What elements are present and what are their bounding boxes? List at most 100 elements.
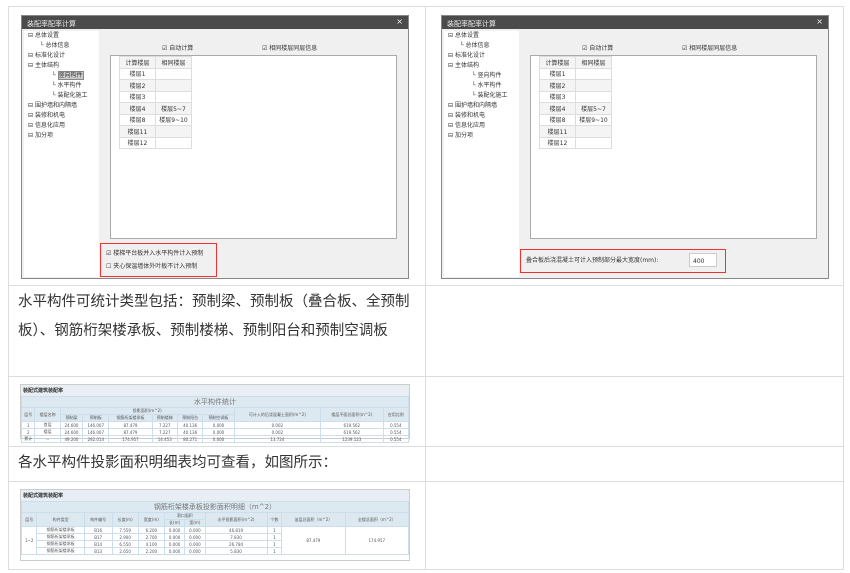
table-row[interactable]: 楼层2 [539, 79, 612, 92]
max-width-input[interactable]: 400 [689, 253, 717, 267]
tree-item[interactable]: ⊟ 信息化应用 [24, 121, 99, 131]
tree-item[interactable]: ⊟ 围护墙和内隔墙 [444, 101, 519, 111]
tree-item[interactable]: └ 装配化施工 [24, 91, 99, 101]
cell: 0.000 [184, 540, 206, 548]
tree-item[interactable]: ⊟ 装修和机电 [24, 111, 99, 121]
divider [425, 6, 426, 570]
tree-label: 信息化应用 [454, 122, 485, 129]
tree-item[interactable]: └ 总体信息 [24, 41, 99, 51]
tree-label: 标准化设计 [34, 52, 65, 59]
table-row[interactable]: 楼层1 [119, 67, 192, 80]
tree-item[interactable]: ⊟ 标准化设计 [444, 51, 519, 61]
cell: B16 [83, 526, 113, 534]
close-icon[interactable]: × [816, 17, 823, 26]
cell: 7.559 [111, 526, 139, 534]
cell: 4.100 [137, 540, 165, 548]
tree-item[interactable]: └ 竖向构件 [444, 71, 519, 81]
all-total-cell: 174.957 [344, 526, 410, 555]
expand-icon: ⊟ [448, 112, 455, 119]
cell: 292.014 [82, 435, 110, 443]
same-floor-checkbox[interactable]: ☑ 相同楼层同层信息 [262, 43, 317, 52]
same-floor-checkbox[interactable]: ☑ 相同楼层同层信息 [682, 43, 737, 52]
cell: 49.200 [59, 435, 84, 443]
tree-label: 竖向构件 [57, 71, 84, 80]
tree-item[interactable]: ⊟ 装修和机电 [444, 111, 519, 121]
table-row[interactable]: 楼层8 楼层9~10 [119, 113, 192, 126]
column-header: 相同楼层 [575, 56, 612, 69]
dialog-title: 装配率配率计算 × [22, 16, 408, 29]
floor-cell [155, 125, 192, 138]
table-row[interactable]: 楼层4 楼层5~7 [119, 102, 192, 115]
table-row[interactable]: 楼层12 [119, 136, 192, 149]
tree-item[interactable]: ⊟ 信息化应用 [444, 121, 519, 131]
floor-table: 计算楼层 相同楼层 楼层1 楼层2 楼层3 楼层4 楼层5~7 楼层8 楼层9~10 楼层11 楼层… [530, 55, 817, 239]
tree-item[interactable]: └ 水平构件 [24, 81, 99, 91]
close-icon[interactable]: × [396, 17, 403, 26]
table-row[interactable]: 楼层8 楼层9~10 [539, 113, 612, 126]
tree-item[interactable]: └ 水平构件 [444, 81, 519, 91]
table-row[interactable]: 楼层2 [119, 79, 192, 92]
assembly-rate-dialog-right: 装配率配率计算 × ⊟ 总体设置 └ 总体信息 ⊟ 标准化设计 ⊟ 主体结构 └ 竖向构件 └… [441, 15, 829, 279]
tree-item[interactable]: ⊟ 主体结构 [24, 61, 99, 71]
tree-item[interactable]: ⊟ 总体设置 [444, 31, 519, 41]
divider [8, 481, 844, 482]
tree-item[interactable]: └ 总体信息 [444, 41, 519, 51]
table-row: 2 楼层 24.600 146.007 87.479 7.227 40.136 0.000 0.… [20, 428, 410, 436]
stair-platform-checkbox[interactable]: ☑ 楼梯平台板并入水平构件计入预制 [106, 247, 211, 260]
tree-item[interactable]: ⊟ 加分项 [444, 131, 519, 141]
cell: 87.479 [108, 428, 153, 436]
settings-tree: ⊟ 总体设置 └ 总体信息 ⊟ 标准化设计 ⊟ 主体结构 └ 竖向构件 └ 水平构件 └ 装… [24, 31, 99, 277]
tree-item[interactable]: └ 装配化施工 [444, 91, 519, 101]
table-row[interactable]: 楼层3 [119, 90, 192, 103]
column-header: 应用比例 [382, 407, 410, 422]
tree-item[interactable]: ⊟ 标准化设计 [24, 51, 99, 61]
floor-cell: 楼层9~10 [575, 113, 612, 126]
floor-cell: 楼层11 [119, 125, 156, 138]
tree-branch-icon: └ [52, 72, 58, 79]
auto-calc-checkbox[interactable]: ☑ 自动计算 [162, 43, 193, 52]
floor-cell: 楼层1 [539, 67, 576, 80]
cell: 26.784 [204, 540, 268, 548]
column-header: 水平投影面积(m^2) [204, 512, 268, 527]
tree-label: 标准化设计 [454, 52, 485, 59]
cell: 钢筋桁架楼承板 [36, 547, 85, 555]
floor-cell: 楼层4 [539, 102, 576, 115]
table-row[interactable]: 楼层11 [539, 125, 612, 138]
table-row: 1 首层 24.600 146.007 87.479 7.227 40.136 0.000 0.… [20, 421, 410, 429]
table-row[interactable]: 楼层4 楼层5~7 [539, 102, 612, 115]
tree-item[interactable]: └ 竖向构件 [24, 71, 99, 81]
column-header: 该层总面积（m^2） [281, 512, 346, 527]
cell: 0.000 [163, 526, 186, 534]
auto-calc-checkbox[interactable]: ☑ 自动计算 [582, 43, 613, 52]
table-row[interactable]: 楼层11 [119, 125, 192, 138]
column-header: 钢筋桁架楼承板 [108, 414, 153, 422]
tree-label: 加分项 [34, 132, 53, 139]
cell: 24.600 [59, 421, 84, 429]
title-text: 装配率配率计算 [27, 20, 76, 28]
floor-cell: 楼层8 [119, 113, 156, 126]
table-row[interactable]: 楼层12 [539, 136, 612, 149]
column-header: 全楼总面积（m^2） [344, 512, 410, 527]
expand-icon: ⊟ [28, 62, 35, 69]
table-row[interactable]: 楼层1 [539, 67, 612, 80]
column-header: 层号 [20, 407, 36, 422]
cell: 7.227 [151, 428, 178, 436]
floor-cell: 楼层9~10 [155, 113, 192, 126]
table-header: 计算楼层 相同楼层 [119, 56, 192, 69]
cell: 钢筋桁架楼承板 [36, 526, 85, 534]
tree-label: 主体结构 [454, 62, 479, 69]
tree-label: 总体设置 [454, 32, 479, 39]
table-row: 累计 -- 49.200 292.014 174.957 14.453 80.271 0.00… [20, 435, 410, 443]
report-header: 装配式建筑装配率 [21, 385, 409, 396]
tree-item[interactable]: ⊟ 加分项 [24, 131, 99, 141]
tree-item[interactable]: ⊟ 主体结构 [444, 61, 519, 71]
tree-item[interactable]: ⊟ 总体设置 [24, 31, 99, 41]
sandwich-wall-checkbox[interactable]: ☐ 夹心保温墙体外叶板不计入预制 [106, 260, 211, 273]
column-header: 长度(m) [111, 512, 139, 527]
table-row[interactable]: 楼层3 [539, 90, 612, 103]
tree-item[interactable]: ⊟ 围护墙和内隔墙 [24, 101, 99, 111]
column-header: 相同楼层 [155, 56, 192, 69]
floor-cell [575, 136, 612, 149]
expand-icon: ⊟ [28, 32, 35, 39]
cell: B17 [83, 533, 113, 541]
